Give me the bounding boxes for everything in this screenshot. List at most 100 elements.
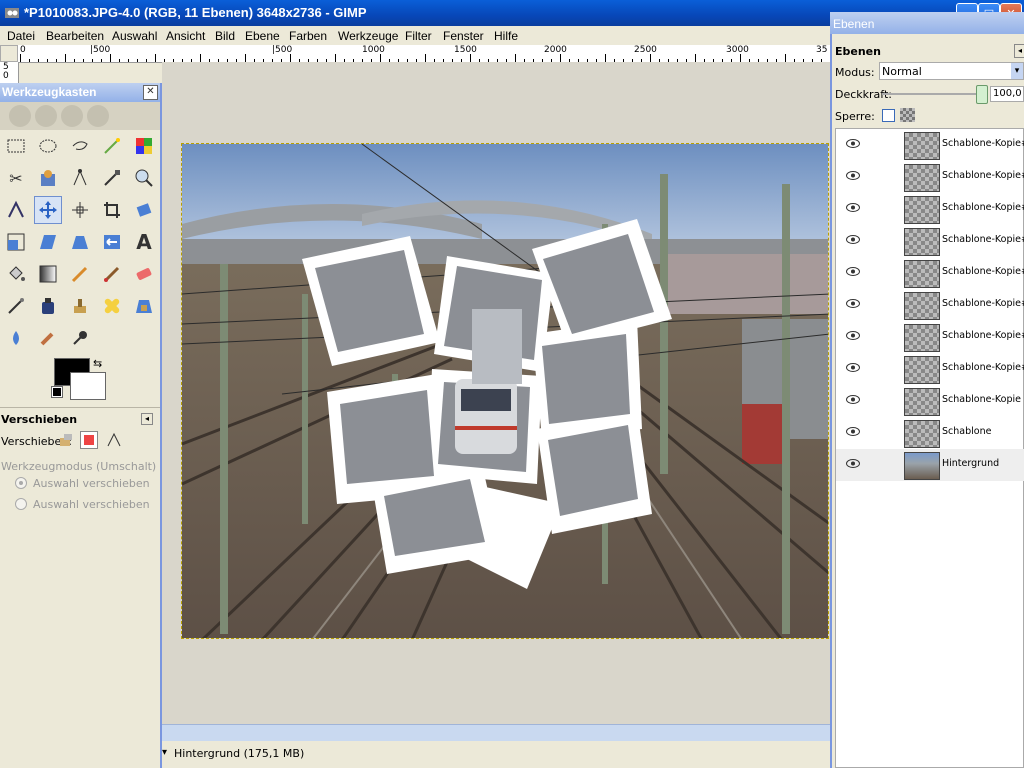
menu-bild[interactable]: Bild	[215, 29, 235, 43]
perspective-clone-icon[interactable]	[130, 292, 158, 320]
menu-ebene[interactable]: Ebene	[245, 29, 280, 43]
opacity-slider[interactable]	[882, 93, 986, 95]
lasso-icon[interactable]	[66, 132, 94, 160]
pencil-icon[interactable]	[66, 260, 94, 288]
layers-menu-icon[interactable]: ◂	[1014, 44, 1024, 58]
eye-icon[interactable]	[846, 363, 860, 372]
menu-ansicht[interactable]: Ansicht	[166, 29, 205, 43]
layer-row[interactable]: Schablone-Kopie#7	[836, 161, 1024, 193]
layer-row[interactable]: Schablone-Kopie#1	[836, 353, 1024, 385]
menu-fenster[interactable]: Fenster	[443, 29, 484, 43]
paintbrush-icon[interactable]	[98, 260, 126, 288]
layer-row-selected[interactable]: Hintergrund	[836, 449, 1024, 481]
rotate-icon[interactable]	[130, 196, 158, 224]
image-photo[interactable]	[181, 143, 829, 639]
default-colors-icon[interactable]	[51, 386, 63, 398]
lock-pixels-checkbox[interactable]	[882, 109, 895, 122]
toolbox-close-button[interactable]: ✕	[143, 85, 158, 100]
horizontal-scrollbar[interactable]	[162, 724, 830, 741]
airbrush-icon[interactable]	[2, 292, 30, 320]
bucket-fill-icon[interactable]	[2, 260, 30, 288]
eraser-icon[interactable]	[130, 260, 158, 288]
zoom-icon[interactable]	[130, 164, 158, 192]
ruler-label: 2000	[544, 45, 567, 55]
color-picker-icon[interactable]	[98, 164, 126, 192]
smudge-icon[interactable]	[34, 324, 62, 352]
mode-radio-2[interactable]	[15, 498, 27, 510]
ruler-corner[interactable]	[0, 45, 18, 62]
select-by-color-icon[interactable]	[130, 132, 158, 160]
scale-icon[interactable]	[2, 228, 30, 256]
menu-bearbeiten[interactable]: Bearbeiten	[46, 29, 104, 43]
ruler-tick	[155, 54, 156, 62]
opacity-slider-thumb[interactable]	[976, 85, 988, 104]
blur-icon[interactable]	[2, 324, 30, 352]
eye-icon[interactable]	[846, 395, 860, 404]
text-icon[interactable]: A	[130, 228, 158, 256]
eye-icon[interactable]	[846, 331, 860, 340]
chevron-down-icon[interactable]: ▾	[1011, 63, 1023, 79]
menu-filter[interactable]: Filter	[405, 29, 432, 43]
ink-icon[interactable]	[34, 292, 62, 320]
eye-icon[interactable]	[846, 235, 860, 244]
toolbox-titlebar[interactable]: Werkzeugkasten ✕	[0, 83, 160, 102]
eye-icon[interactable]	[846, 171, 860, 180]
rect-select-icon[interactable]	[2, 132, 30, 160]
layer-row[interactable]: Schablone-Kopie#6	[836, 193, 1024, 225]
layer-list[interactable]: Schablone-Kopie#8 Schablone-Kopie#7 Scha…	[835, 128, 1024, 768]
menu-datei[interactable]: Datei	[7, 29, 35, 43]
eye-icon[interactable]	[846, 459, 860, 468]
move-layer-icon[interactable]	[58, 432, 74, 448]
eye-icon[interactable]	[846, 139, 860, 148]
horizontal-ruler[interactable]: 0 |500 |500 1000 1500 2000 2500 3000 35	[18, 45, 830, 63]
lock-alpha-icon[interactable]	[900, 108, 915, 122]
layer-row[interactable]: Schablone-Kopie#5	[836, 225, 1024, 257]
scissors-icon[interactable]: ✂	[2, 164, 30, 192]
align-icon[interactable]	[66, 196, 94, 224]
menu-hilfe[interactable]: Hilfe	[494, 29, 518, 43]
menu-farben[interactable]: Farben	[289, 29, 327, 43]
layer-row[interactable]: Schablone-Kopie	[836, 385, 1024, 417]
move-icon[interactable]	[34, 196, 62, 224]
paths-icon[interactable]	[66, 164, 94, 192]
shear-icon[interactable]	[34, 228, 62, 256]
opacity-input[interactable]: 100,0	[990, 86, 1024, 102]
mode-radio-1[interactable]	[15, 477, 27, 489]
menu-auswahl[interactable]: Auswahl	[112, 29, 157, 43]
chevron-down-icon[interactable]: ▾	[162, 747, 167, 758]
measure-icon[interactable]	[2, 196, 30, 224]
magic-wand-icon[interactable]	[98, 132, 126, 160]
tool-options-menu-icon[interactable]: ◂	[141, 413, 153, 425]
ellipse-select-icon[interactable]	[34, 132, 62, 160]
background-color-swatch[interactable]	[70, 372, 106, 400]
ruler-tick	[110, 54, 111, 62]
move-path-icon[interactable]	[106, 432, 122, 448]
layer-row[interactable]: Schablone	[836, 417, 1024, 449]
layer-row[interactable]: Schablone-Kopie#3	[836, 289, 1024, 321]
move-selection-icon[interactable]	[80, 431, 98, 449]
clone-icon[interactable]	[66, 292, 94, 320]
layers-titlebar[interactable]: Ebenen	[830, 12, 1024, 34]
ruler-label: 0	[3, 71, 9, 81]
heal-icon[interactable]	[98, 292, 126, 320]
blend-icon[interactable]	[34, 260, 62, 288]
swap-colors-icon[interactable]: ⇆	[93, 357, 102, 370]
eye-icon[interactable]	[846, 427, 860, 436]
layer-thumbnail	[904, 132, 940, 160]
ruler-tick	[605, 54, 606, 62]
ruler-tick	[29, 59, 30, 62]
foreground-select-icon[interactable]	[34, 164, 62, 192]
flip-icon[interactable]	[98, 228, 126, 256]
perspective-icon[interactable]	[66, 228, 94, 256]
layer-row[interactable]: Schablone-Kopie#2	[836, 321, 1024, 353]
dodge-burn-icon[interactable]	[66, 324, 94, 352]
layer-name: Schablone-Kopie#6	[942, 202, 1024, 213]
eye-icon[interactable]	[846, 267, 860, 276]
menu-werkzeuge[interactable]: Werkzeuge	[338, 29, 398, 43]
layer-row[interactable]: Schablone-Kopie#8	[836, 129, 1024, 161]
eye-icon[interactable]	[846, 299, 860, 308]
mode-select[interactable]: Normal ▾	[879, 62, 1024, 80]
eye-icon[interactable]	[846, 203, 860, 212]
crop-icon[interactable]	[98, 196, 126, 224]
layer-row[interactable]: Schablone-Kopie#4	[836, 257, 1024, 289]
